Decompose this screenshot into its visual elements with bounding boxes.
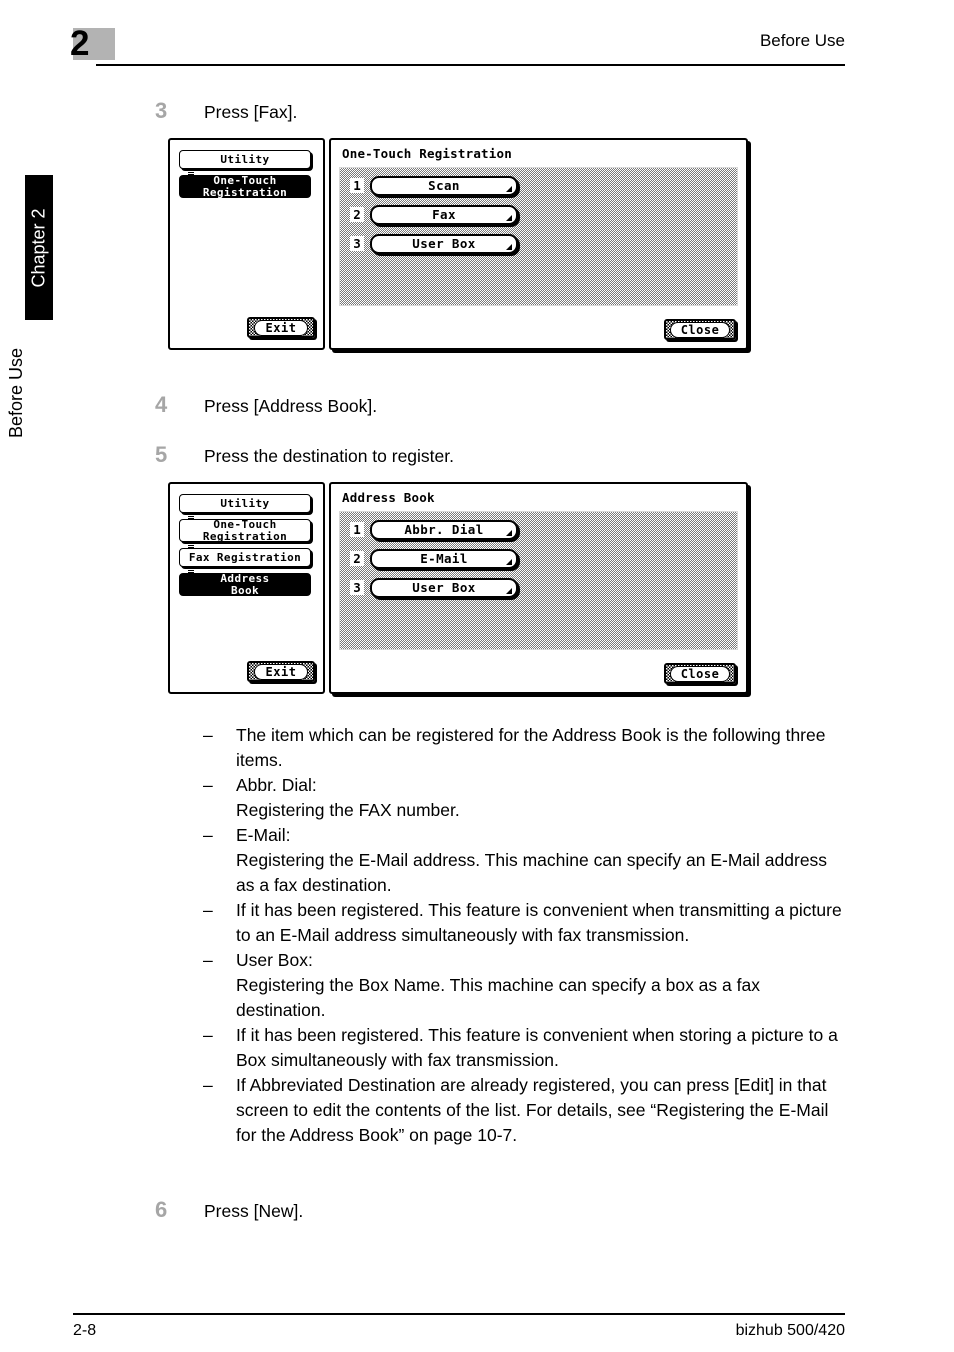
destination-button-abbr-dial[interactable]: Abbr. Dial [370, 519, 518, 540]
menu-button-utility[interactable]: Utility [179, 494, 311, 513]
destination-button-label: Fax [432, 206, 456, 222]
close-button[interactable]: Close [664, 663, 736, 684]
pane-field: 1 Abbr. Dial 2 E-Mail 3 User Box [339, 511, 738, 650]
destination-index: 1 [350, 178, 364, 193]
note-dash: – [203, 900, 213, 920]
list-item: – The item which can be registered for t… [203, 723, 848, 773]
exit-button-label: Exit [253, 663, 309, 680]
destination-button-email[interactable]: E-Mail [370, 548, 518, 569]
destination-index: 2 [350, 551, 364, 566]
lcd-content-pane: One-Touch Registration 1 Scan 2 Fax 3 Us… [329, 138, 748, 350]
note-dash: – [203, 1075, 213, 1095]
destination-button-label: Abbr. Dial [404, 521, 484, 537]
close-button-label: Close [669, 665, 731, 682]
exit-button[interactable]: Exit [247, 661, 315, 682]
note-dash: – [203, 950, 213, 970]
destination-button-user-box[interactable]: User Box [370, 577, 518, 598]
close-button[interactable]: Close [664, 319, 736, 340]
section-side-label: Before Use [6, 347, 26, 439]
menu-button-label: Fax Registration [188, 550, 302, 564]
destination-index: 1 [350, 522, 364, 537]
list-item: – E-Mail: Registering the E-Mail address… [203, 823, 848, 898]
note-text: Abbr. Dial: Registering the FAX number. [236, 775, 460, 820]
exit-button-label: Exit [253, 319, 309, 336]
header-title: Before Use [759, 31, 845, 50]
step-text: Press [Address Book]. [204, 396, 378, 416]
note-dash: – [203, 725, 213, 745]
lcd-menu-pane: Utility One-Touch Registration Fax Regis… [168, 482, 325, 694]
step-text: Press the destination to register. [204, 446, 454, 466]
step-number: 5 [155, 442, 168, 467]
destination-button-label: E-Mail [420, 550, 468, 566]
chapter-tab-label: Chapter 2 [28, 208, 49, 288]
menu-button-fax-registration[interactable]: Fax Registration [179, 548, 311, 567]
menu-button-one-touch-registration[interactable]: One-Touch Registration [179, 519, 311, 542]
notes-list: – The item which can be registered for t… [203, 723, 848, 1148]
menu-button-label: One-Touch Registration [202, 518, 288, 543]
note-dash: – [203, 775, 213, 795]
list-item: – Abbr. Dial: Registering the FAX number… [203, 773, 848, 823]
page-header: 2 Before Use [0, 0, 954, 80]
pane-title: Address Book [342, 490, 435, 505]
note-text: If it has been registered. This feature … [236, 1025, 838, 1070]
destination-button-fax[interactable]: Fax [370, 204, 518, 225]
list-item: – User Box: Registering the Box Name. Th… [203, 948, 848, 1023]
footer-product-name: bizhub 500/420 [735, 1322, 845, 1339]
destination-row: 2 E-Mail [350, 548, 518, 569]
note-dash: – [203, 1025, 213, 1045]
destination-row: 1 Scan [350, 175, 518, 196]
footer-page-number: 2-8 [73, 1322, 97, 1339]
note-text: If Abbreviated Destination are already r… [236, 1075, 829, 1145]
destination-index: 3 [350, 236, 364, 251]
note-text: E-Mail: Registering the E-Mail address. … [236, 825, 828, 895]
step-number: 4 [155, 392, 168, 417]
header-rule [96, 64, 845, 66]
menu-button-label: Address Book [220, 572, 270, 597]
lcd-content-pane: Address Book 1 Abbr. Dial 2 E-Mail 3 Use… [329, 482, 748, 694]
menu-button-utility[interactable]: Utility [179, 150, 311, 169]
chapter-number: 2 [70, 24, 89, 63]
destination-index: 3 [350, 580, 364, 595]
menu-button-label: Utility [220, 496, 270, 510]
step-text: Press [Fax]. [204, 102, 298, 122]
list-item: – If it has been registered. This featur… [203, 1023, 848, 1073]
destination-row: 3 User Box [350, 233, 518, 254]
pane-field: 1 Scan 2 Fax 3 User Box [339, 167, 738, 306]
note-dash: – [203, 825, 213, 845]
note-text: If it has been registered. This feature … [236, 900, 842, 945]
destination-button-label: User Box [412, 235, 476, 251]
destination-row: 1 Abbr. Dial [350, 519, 518, 540]
menu-button-label: Utility [220, 152, 270, 166]
destination-button-label: User Box [412, 579, 476, 595]
note-text: User Box: Registering the Box Name. This… [236, 950, 760, 1020]
lcd-screenshot-one-touch-registration: Utility One-Touch Registration Exit One-… [168, 138, 748, 350]
menu-button-label: One-Touch Registration [202, 174, 288, 199]
destination-button-label: Scan [428, 177, 460, 193]
note-text: The item which can be registered for the… [236, 725, 826, 770]
pane-title: One-Touch Registration [342, 146, 512, 161]
chapter-tab: Chapter 2 [25, 175, 53, 320]
destination-row: 3 User Box [350, 577, 518, 598]
menu-button-one-touch-registration[interactable]: One-Touch Registration [179, 175, 311, 198]
list-item: – If it has been registered. This featur… [203, 898, 848, 948]
destination-row: 2 Fax [350, 204, 518, 225]
step-number: 6 [155, 1197, 168, 1222]
destination-button-user-box[interactable]: User Box [370, 233, 518, 254]
exit-button[interactable]: Exit [247, 317, 315, 338]
close-button-label: Close [669, 321, 731, 338]
step-text: Press [New]. [204, 1201, 304, 1221]
destination-index: 2 [350, 207, 364, 222]
menu-button-address-book[interactable]: Address Book [179, 573, 311, 596]
destination-button-scan[interactable]: Scan [370, 175, 518, 196]
footer-rule [73, 1313, 845, 1315]
lcd-screenshot-address-book: Utility One-Touch Registration Fax Regis… [168, 482, 748, 694]
step-number: 3 [155, 98, 168, 123]
lcd-menu-pane: Utility One-Touch Registration Exit [168, 138, 325, 350]
list-item: – If Abbreviated Destination are already… [203, 1073, 848, 1148]
